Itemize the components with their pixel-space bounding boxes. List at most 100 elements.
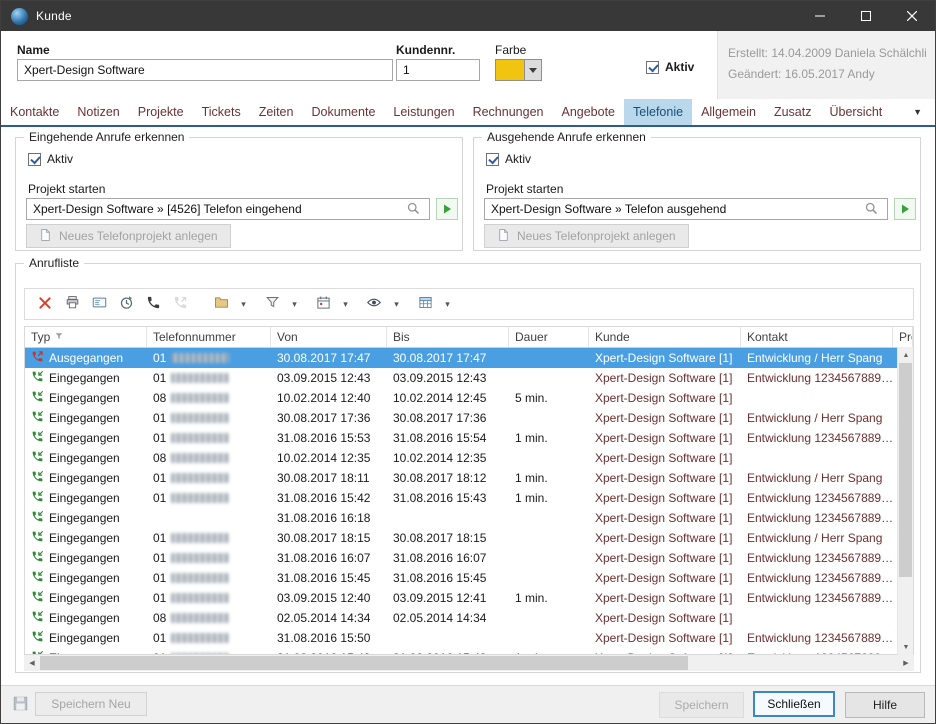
incoming-search-icon[interactable] — [406, 201, 422, 217]
outgoing-new-project-label: Neues Telefonprojekt anlegen — [517, 229, 676, 243]
minimize-button[interactable] — [797, 1, 843, 31]
date-filter-button[interactable] — [311, 292, 335, 316]
help-button[interactable]: Hilfe — [845, 692, 925, 718]
incoming-project-input[interactable] — [26, 198, 430, 220]
maximize-button[interactable] — [843, 1, 889, 31]
column-header-von[interactable]: Von — [271, 327, 387, 347]
call-row[interactable]: Eingegangen0103.09.2015 12:4303.09.2015 … — [25, 368, 913, 388]
scroll-up-arrow[interactable]: ▲ — [898, 347, 914, 363]
call-row[interactable]: Eingegangen0802.05.2014 14:3402.05.2014 … — [25, 608, 913, 628]
column-header-dauer[interactable]: Dauer — [509, 327, 589, 347]
cell-dauer — [509, 408, 589, 428]
name-input[interactable] — [17, 59, 393, 81]
cell-bis: 30.08.2017 18:15 — [387, 528, 509, 548]
tab-allgemein[interactable]: Allgemein — [692, 99, 765, 125]
tab-zeiten[interactable]: Zeiten — [250, 99, 303, 125]
outgoing-project-input[interactable] — [484, 198, 888, 220]
horizontal-scrollbar-thumb[interactable] — [40, 656, 688, 670]
call-row[interactable]: Eingegangen0130.08.2017 17:3630.08.2017 … — [25, 408, 913, 428]
call-row[interactable]: Eingegangen0131.08.2016 15:5331.08.2016 … — [25, 428, 913, 448]
call-row[interactable]: Eingegangen0130.08.2017 18:1130.08.2017 … — [25, 468, 913, 488]
aktiv-field[interactable]: Aktiv — [646, 60, 694, 74]
delete-call-button[interactable] — [33, 292, 57, 316]
aktiv-checkbox[interactable] — [646, 61, 659, 74]
close-button[interactable] — [889, 1, 935, 31]
call-row[interactable]: Eingegangen0131.08.2016 15:50Xpert-Desig… — [25, 628, 913, 648]
scroll-right-arrow[interactable]: ▶ — [898, 655, 914, 671]
column-header-bis[interactable]: Bis — [387, 327, 509, 347]
cell-kontakt: Entwicklung / Herr Spang — [741, 468, 893, 488]
tab-rechnungen[interactable]: Rechnungen — [464, 99, 553, 125]
outgoing-aktiv-field[interactable]: Aktiv — [486, 152, 531, 166]
table-columns-button[interactable] — [413, 292, 437, 316]
column-header-tel[interactable]: Telefonnummer — [147, 327, 271, 347]
tab-projekte[interactable]: Projekte — [129, 99, 193, 125]
call-row[interactable]: Eingegangen0130.08.2017 18:1530.08.2017 … — [25, 528, 913, 548]
save-button[interactable]: Speichern — [659, 692, 744, 718]
transfer-call-button[interactable] — [168, 292, 192, 316]
outgoing-start-project-button[interactable] — [894, 198, 916, 220]
project-folder-button[interactable] — [209, 292, 233, 316]
record-meta: Erstellt: 14.04.2009 Daniela Schälchli G… — [717, 31, 935, 99]
outgoing-new-project-button[interactable]: Neues Telefonprojekt anlegen — [484, 224, 689, 248]
call-row[interactable]: Eingegangen0131.08.2016 15:4231.08.2016 … — [25, 488, 913, 508]
farbe-picker[interactable] — [495, 59, 542, 81]
date-filter-dropdown[interactable]: ▾ — [338, 292, 353, 316]
tab-dokumente[interactable]: Dokumente — [302, 99, 384, 125]
incoming-aktiv-checkbox[interactable] — [28, 153, 41, 166]
farbe-dropdown-button[interactable] — [525, 59, 542, 81]
scroll-left-arrow[interactable]: ◀ — [24, 655, 40, 671]
window-title: Kunde — [36, 9, 72, 23]
filter-dropdown[interactable]: ▾ — [287, 292, 302, 316]
tab-tickets[interactable]: Tickets — [193, 99, 250, 125]
tab-übersicht[interactable]: Übersicht — [820, 99, 891, 125]
view-options-button[interactable] — [362, 292, 386, 316]
scroll-down-arrow[interactable]: ▼ — [898, 639, 914, 655]
call-history-button[interactable] — [114, 292, 138, 316]
outgoing-aktiv-checkbox[interactable] — [486, 153, 499, 166]
column-header-kontakt[interactable]: Kontakt — [741, 327, 893, 347]
incoming-start-project-button[interactable] — [436, 198, 458, 220]
view-options-dropdown[interactable]: ▾ — [389, 292, 404, 316]
print-list-button[interactable] — [60, 292, 84, 316]
kundennr-input[interactable] — [396, 59, 480, 81]
vertical-scrollbar[interactable]: ▲ ▼ — [897, 347, 913, 655]
call-row[interactable]: Eingegangen0131.08.2016 15:4331.08.2016 … — [25, 648, 913, 655]
call-row[interactable]: Eingegangen0131.08.2016 16:0731.08.2016 … — [25, 548, 913, 568]
call-row[interactable]: Eingegangen0103.09.2015 12:4003.09.2015 … — [25, 588, 913, 608]
outgoing-search-icon[interactable] — [864, 201, 880, 217]
tab-kontakte[interactable]: Kontakte — [1, 99, 68, 125]
call-row[interactable]: Eingegangen0131.08.2016 15:4531.08.2016 … — [25, 568, 913, 588]
tab-overflow-button[interactable]: ▼ — [900, 99, 935, 125]
column-header-typ[interactable]: Typ — [25, 327, 147, 347]
tab-leistungen[interactable]: Leistungen — [384, 99, 463, 125]
tab-angebote[interactable]: Angebote — [552, 99, 624, 125]
save-icon-button[interactable] — [9, 694, 31, 716]
close-dialog-button[interactable]: Schließen — [753, 691, 835, 717]
edit-entry-button[interactable] — [87, 292, 111, 316]
table-columns-dropdown[interactable]: ▾ — [440, 292, 455, 316]
outgoing-aktiv-label: Aktiv — [505, 152, 531, 166]
column-header-kunde[interactable]: Kunde — [589, 327, 741, 347]
call-row[interactable]: Eingegangen31.08.2016 16:18Xpert-Design … — [25, 508, 913, 528]
redacted-phone-number — [171, 573, 229, 583]
tab-notizen[interactable]: Notizen — [68, 99, 128, 125]
column-header-proj[interactable]: Projekt — [893, 327, 913, 347]
incoming-new-project-button[interactable]: Neues Telefonprojekt anlegen — [26, 224, 231, 248]
incoming-aktiv-field[interactable]: Aktiv — [28, 152, 73, 166]
call-row[interactable]: Eingegangen0810.02.2014 12:4010.02.2014 … — [25, 388, 913, 408]
cell-dauer — [509, 628, 589, 648]
start-call-button[interactable] — [141, 292, 165, 316]
card-icon — [92, 295, 107, 313]
cell-kontakt: Entwicklung 1234567889… — [741, 488, 893, 508]
call-row[interactable]: Ausgegangen0130.08.2017 17:4730.08.2017 … — [25, 348, 913, 368]
vertical-scrollbar-thumb[interactable] — [899, 363, 912, 577]
horizontal-scrollbar[interactable]: ◀ ▶ — [24, 655, 914, 671]
call-row[interactable]: Eingegangen0810.02.2014 12:3510.02.2014 … — [25, 448, 913, 468]
tab-telefonie[interactable]: Telefonie — [624, 99, 692, 125]
project-folder-dropdown[interactable]: ▾ — [236, 292, 251, 316]
tab-zusatz[interactable]: Zusatz — [765, 99, 821, 125]
column-header-label: Dauer — [515, 330, 548, 344]
save-new-button[interactable]: Speichern Neu — [35, 692, 147, 716]
filter-button[interactable] — [260, 292, 284, 316]
